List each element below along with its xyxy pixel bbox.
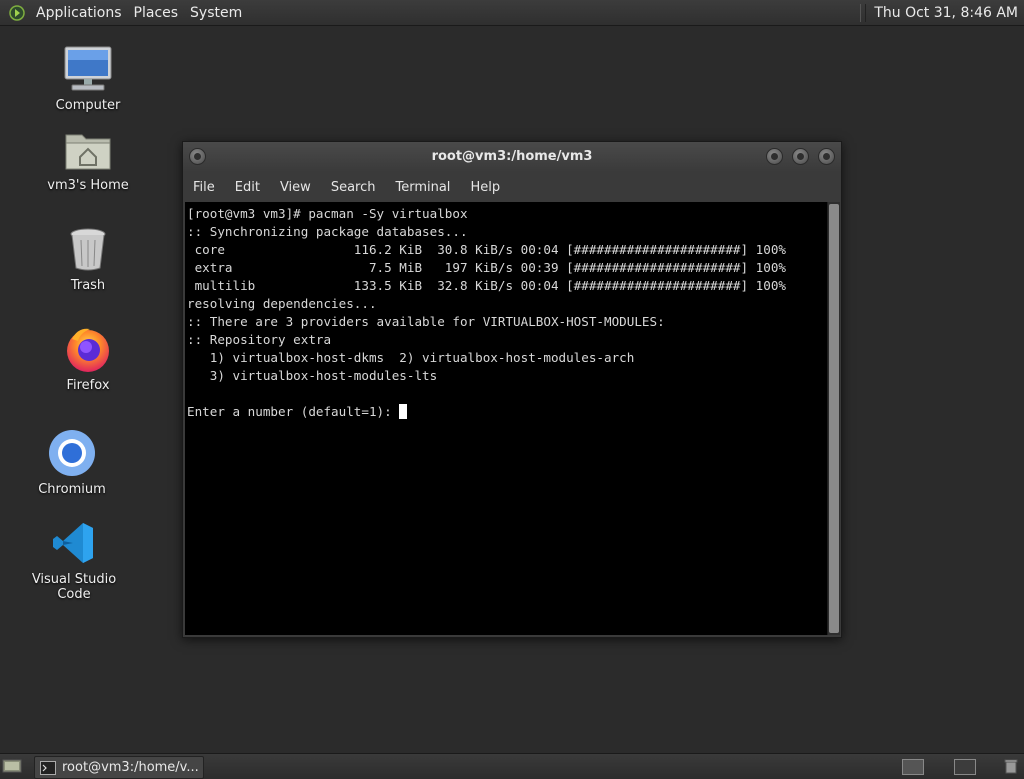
minimize-icon[interactable] [766, 148, 783, 165]
trash-applet-icon[interactable] [1003, 758, 1021, 774]
menu-places[interactable]: Places [128, 5, 185, 21]
home-folder-icon [28, 124, 148, 174]
menu-system[interactable]: System [184, 5, 248, 21]
terminal-app-icon [40, 760, 56, 775]
desktop-icon-computer[interactable]: Computer [28, 44, 148, 113]
desktop-icon-home[interactable]: vm3's Home [28, 124, 148, 193]
terminal-prompt: Enter a number (default=1): [187, 404, 400, 419]
terminal-line: :: There are 3 providers available for V… [187, 314, 665, 329]
terminal-line: resolving dependencies... [187, 296, 377, 311]
computer-icon [28, 44, 148, 94]
close-icon[interactable] [818, 148, 835, 165]
terminal-line: [root@vm3 vm3]# pacman -Sy virtualbox [187, 206, 468, 221]
desktop-icon-trash[interactable]: Trash [28, 224, 148, 293]
menu-applications[interactable]: Applications [30, 5, 128, 21]
terminal-line: core 116.2 KiB 30.8 KiB/s 00:04 [#######… [187, 242, 786, 257]
desktop-icon-label: Chromium [38, 482, 106, 497]
maximize-icon[interactable] [792, 148, 809, 165]
terminal-line: 1) virtualbox-host-dkms 2) virtualbox-ho… [187, 350, 635, 365]
menu-terminal[interactable]: Terminal [385, 180, 460, 195]
terminal-output[interactable]: [root@vm3 vm3]# pacman -Sy virtualbox ::… [185, 202, 827, 635]
desktop-icon-label: Visual Studio Code [31, 572, 117, 602]
window-title: root@vm3:/home/vm3 [431, 149, 593, 164]
terminal-line: multilib 133.5 KiB 32.8 KiB/s 00:04 [###… [187, 278, 786, 293]
menu-help[interactable]: Help [460, 180, 510, 195]
panel-separator [860, 3, 867, 22]
taskbar-task-label: root@vm3:/home/v... [62, 760, 199, 775]
menu-search[interactable]: Search [321, 180, 386, 195]
terminal-line: 3) virtualbox-host-modules-lts [187, 368, 438, 383]
top-panel: Applications Places System Thu Oct 31, 8… [0, 0, 1024, 26]
menu-file[interactable]: File [183, 180, 225, 195]
menu-view[interactable]: View [270, 180, 321, 195]
menu-edit[interactable]: Edit [225, 180, 270, 195]
taskbar-terminal-button[interactable]: root@vm3:/home/v... [34, 756, 204, 779]
terminal-line: extra 7.5 MiB 197 KiB/s 00:39 [#########… [187, 260, 786, 275]
clock[interactable]: Thu Oct 31, 8:46 AM [874, 5, 1024, 21]
show-desktop-icon[interactable] [2, 758, 22, 774]
terminal-line: :: Repository extra [187, 332, 332, 347]
workspace-switcher-2[interactable] [954, 759, 976, 775]
terminal-scrollbar[interactable] [827, 202, 840, 635]
desktop-icon-label: vm3's Home [47, 178, 129, 193]
vscode-icon [14, 518, 134, 568]
terminal-menubar: File Edit View Search Terminal Help [183, 172, 841, 202]
desktop-icon-vscode[interactable]: Visual Studio Code [14, 518, 134, 602]
desktop-icon-label: Trash [70, 278, 106, 293]
desktop-icon-firefox[interactable]: Firefox [28, 324, 148, 393]
desktop-icon-label: Firefox [66, 378, 110, 393]
desktop-icon-chromium[interactable]: Chromium [12, 428, 132, 497]
bottom-panel: root@vm3:/home/v... [0, 753, 1024, 779]
terminal-cursor [399, 404, 408, 419]
terminal-text: [root@vm3 vm3]# pacman -Sy virtualbox ::… [185, 202, 827, 421]
terminal-line: :: Synchronizing package databases... [187, 224, 468, 239]
firefox-icon [28, 324, 148, 374]
distro-logo-icon[interactable] [8, 4, 26, 22]
trash-icon [28, 224, 148, 274]
scrollbar-thumb[interactable] [829, 204, 839, 633]
desktop-icon-label: Computer [55, 98, 121, 113]
terminal-window[interactable]: root@vm3:/home/vm3 File Edit View Search… [182, 141, 842, 638]
chromium-icon [12, 428, 132, 478]
workspace-switcher-1[interactable] [902, 759, 924, 775]
window-titlebar[interactable]: root@vm3:/home/vm3 [183, 142, 841, 172]
